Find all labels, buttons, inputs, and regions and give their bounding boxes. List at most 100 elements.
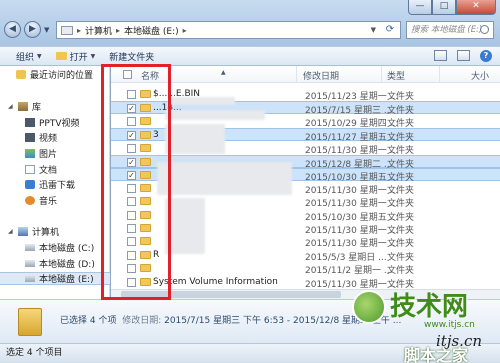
nav-item-documents[interactable]: 文档	[25, 163, 57, 176]
folder-icon	[140, 116, 151, 125]
nav-item-label: 文档	[39, 166, 58, 176]
recent-pages-dropdown[interactable]: ▼	[44, 26, 49, 34]
nav-item-drive-d[interactable]: 本地磁盘 (D:)	[25, 257, 95, 270]
folder-icon	[140, 197, 151, 206]
row-checkbox[interactable]	[127, 210, 136, 220]
blurred-region	[165, 124, 225, 154]
nav-item-libraries[interactable]: ◢ 库	[8, 100, 41, 113]
folder-icon	[140, 131, 151, 140]
video-icon	[25, 133, 35, 142]
column-header-size[interactable]: 大小	[471, 69, 489, 82]
search-icon[interactable]	[480, 25, 489, 34]
expand-icon[interactable]: ◢	[8, 228, 14, 235]
file-date: 2015/10/29 星期四 ...	[305, 118, 399, 129]
folder-icon	[140, 237, 151, 246]
sort-ascending-icon: ▲	[221, 69, 226, 76]
select-all-checkbox[interactable]	[123, 70, 132, 79]
row-checkbox[interactable]	[127, 183, 136, 193]
address-bar[interactable]: ▸ 计算机 ▸ 本地磁盘 (E:) ▸ ▼ ⟳	[56, 21, 401, 39]
open-button[interactable]: 打开 ▼	[55, 50, 95, 63]
refresh-icon[interactable]: ⟳	[383, 24, 397, 36]
column-header-name[interactable]: 名称	[141, 69, 159, 82]
minimize-button[interactable]: —	[408, 0, 432, 15]
file-date: 2015/11/2 星期一 ...	[305, 266, 393, 277]
close-button[interactable]: ✕	[456, 0, 496, 15]
file-date: 2015/10/30 星期五 ...	[305, 212, 399, 223]
folder-icon	[140, 183, 151, 192]
file-name[interactable]: R	[153, 250, 159, 260]
nav-item-label: 迅雷下载	[39, 181, 76, 191]
folder-icon	[140, 171, 151, 180]
modified-date-label: 修改日期:	[122, 316, 162, 326]
file-type: 文件夹	[387, 199, 415, 210]
file-type: 文件夹	[387, 118, 415, 129]
table-row[interactable]: 2015/11/2 星期一 ... 文件夹	[111, 262, 500, 277]
file-name[interactable]: 3	[153, 130, 159, 140]
nav-item-drive-e[interactable]: 本地磁盘 (E:)	[0, 272, 110, 285]
chevron-down-icon: ▼	[37, 52, 42, 60]
music-icon	[25, 196, 35, 205]
address-dropdown-icon[interactable]: ▼	[371, 26, 376, 34]
row-checkbox[interactable]	[127, 197, 136, 207]
nav-item-pptv[interactable]: PPTV视频	[25, 116, 80, 129]
file-list: 名称 ▲ 修改日期 类型 大小 $......E.BIN 2015/11/23 星…	[111, 66, 500, 299]
row-checkbox[interactable]	[127, 277, 136, 287]
change-view-icon[interactable]	[434, 50, 447, 61]
breadcrumb-computer[interactable]: 计算机	[85, 24, 112, 37]
nav-item-label: 最近访问的位置	[30, 71, 94, 81]
file-date: 2015/11/30 星期一 ...	[305, 185, 399, 196]
file-date: 2015/11/30 星期一 ...	[305, 239, 399, 250]
expand-icon[interactable]: ◢	[8, 103, 14, 110]
row-checkbox[interactable]	[127, 224, 136, 233]
file-type: 文件夹	[387, 185, 415, 196]
search-input[interactable]: 搜索 本地磁盘 (E:)	[406, 21, 494, 39]
file-date: 2015/11/23 星期一 ...	[305, 92, 399, 102]
blurred-region	[165, 110, 265, 120]
row-checkbox[interactable]	[127, 90, 136, 99]
nav-item-computer[interactable]: ◢ 计算机	[8, 225, 59, 238]
navigation-pane: 最近访问的位置 ◢ 库 PPTV视频 视频 图片 文档 迅雷下载 音乐 ◢ 计算…	[0, 66, 110, 299]
open-label: 打开	[69, 52, 88, 63]
forward-button[interactable]: ▶	[24, 21, 41, 38]
file-name[interactable]: System Volume Information	[153, 277, 278, 287]
new-folder-button[interactable]: 新建文件夹	[109, 50, 154, 63]
row-checkbox[interactable]: ✓	[127, 158, 136, 167]
row-checkbox[interactable]: ✓	[127, 171, 136, 181]
nav-item-thunder[interactable]: 迅雷下载	[25, 178, 75, 191]
status-text: 选定 4 个项目	[6, 348, 63, 358]
nav-item-videos[interactable]: 视频	[25, 131, 57, 144]
drive-icon	[61, 25, 73, 35]
file-type: 文件夹	[387, 226, 415, 236]
selection-count: 已选择 4 个项	[60, 316, 117, 326]
drive-icon	[25, 260, 35, 267]
back-button[interactable]: ◀	[4, 21, 21, 38]
row-checkbox[interactable]	[127, 264, 136, 274]
breadcrumb-drive-e[interactable]: 本地磁盘 (E:)	[124, 24, 179, 37]
drive-icon	[25, 275, 35, 282]
organize-button[interactable]: 组织 ▼	[16, 50, 42, 63]
row-checkbox[interactable]	[127, 143, 136, 153]
folder-icon	[140, 158, 151, 166]
nav-item-pictures[interactable]: 图片	[25, 147, 57, 160]
row-checkbox[interactable]	[127, 250, 136, 260]
watermark-site-name: 脚本之家	[404, 346, 469, 363]
row-checkbox[interactable]: ✓	[127, 104, 136, 114]
row-checkbox[interactable]: ✓	[127, 131, 136, 141]
row-checkbox[interactable]	[127, 237, 136, 247]
organize-label: 组织	[16, 52, 35, 63]
column-header-type[interactable]: 类型	[387, 69, 405, 82]
folder-icon	[140, 224, 151, 232]
row-checkbox[interactable]	[127, 116, 136, 126]
maximize-button[interactable]: □	[432, 0, 456, 15]
nav-item-recent[interactable]: 最近访问的位置	[16, 68, 93, 81]
scrollbar-thumb[interactable]	[121, 291, 341, 298]
column-header-date[interactable]: 修改日期	[303, 69, 339, 82]
blurred-region	[165, 198, 205, 254]
nav-item-music[interactable]: 音乐	[25, 194, 57, 207]
nav-item-label: 图片	[39, 150, 58, 160]
file-type: 文件夹	[387, 145, 415, 156]
help-icon[interactable]: ?	[480, 50, 492, 62]
nav-item-drive-c[interactable]: 本地磁盘 (C:)	[25, 241, 94, 254]
preview-pane-icon[interactable]	[457, 50, 470, 61]
recent-places-icon	[16, 70, 26, 79]
